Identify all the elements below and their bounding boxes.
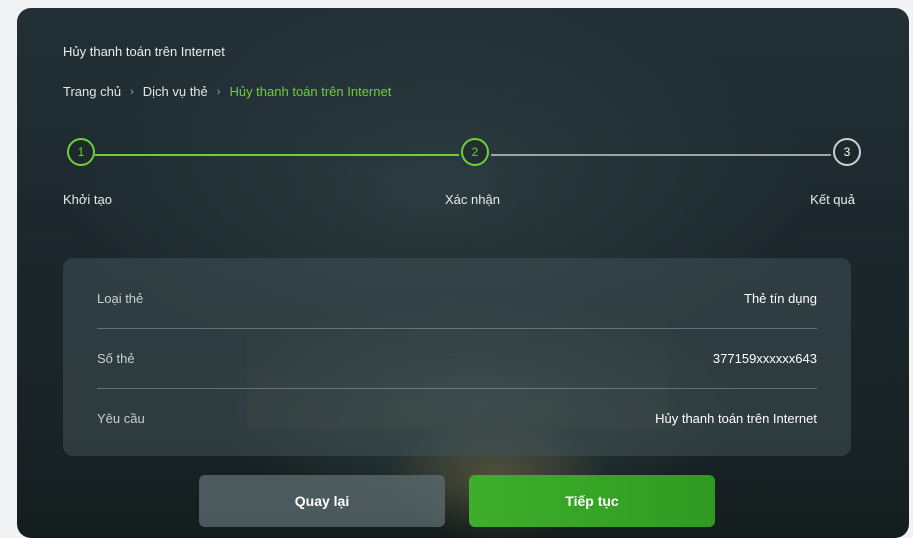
detail-value: Hủy thanh toán trên Internet <box>655 410 817 426</box>
stepper: 1 2 3 Khởi tạo Xác nhận Kết quả <box>63 138 861 218</box>
step-3-circle: 3 <box>833 138 861 166</box>
breadcrumb: Trang chủ › Dịch vụ thẻ › Hủy thanh toán… <box>63 84 391 99</box>
detail-label: Số thẻ <box>97 350 135 366</box>
continue-button[interactable]: Tiếp tục <box>469 475 715 527</box>
step-line-pending <box>491 154 831 156</box>
step-1-circle: 1 <box>67 138 95 166</box>
breadcrumb-current: Hủy thanh toán trên Internet <box>229 84 392 99</box>
breadcrumb-card-services[interactable]: Dịch vụ thẻ <box>143 84 208 99</box>
step-3-label: Kết quả <box>810 192 855 207</box>
detail-row-card-type: Loại thẻ Thẻ tín dụng <box>97 268 817 329</box>
details-card: Loại thẻ Thẻ tín dụng Số thẻ 377159xxxxx… <box>63 258 851 456</box>
step-line-completed <box>95 154 459 156</box>
detail-row-card-number: Số thẻ 377159xxxxxx643 <box>97 328 817 389</box>
page-title: Hủy thanh toán trên Internet <box>63 44 225 59</box>
back-button[interactable]: Quay lại <box>199 475 445 527</box>
step-1-label: Khởi tạo <box>63 192 112 207</box>
detail-label: Yêu cầu <box>97 410 145 426</box>
chevron-right-icon: › <box>130 85 134 98</box>
detail-value: 377159xxxxxx643 <box>712 350 817 366</box>
detail-label: Loại thẻ <box>97 290 144 306</box>
detail-row-request: Yêu cầu Hủy thanh toán trên Internet <box>97 388 817 448</box>
step-2-circle: 2 <box>461 138 489 166</box>
chevron-right-icon: › <box>216 85 221 98</box>
detail-value: Thẻ tín dụng <box>744 290 817 306</box>
breadcrumb-home[interactable]: Trang chủ <box>63 84 121 99</box>
step-2-label: Xác nhận <box>445 192 500 207</box>
main-panel: Hủy thanh toán trên Internet Trang chủ ›… <box>17 8 909 538</box>
